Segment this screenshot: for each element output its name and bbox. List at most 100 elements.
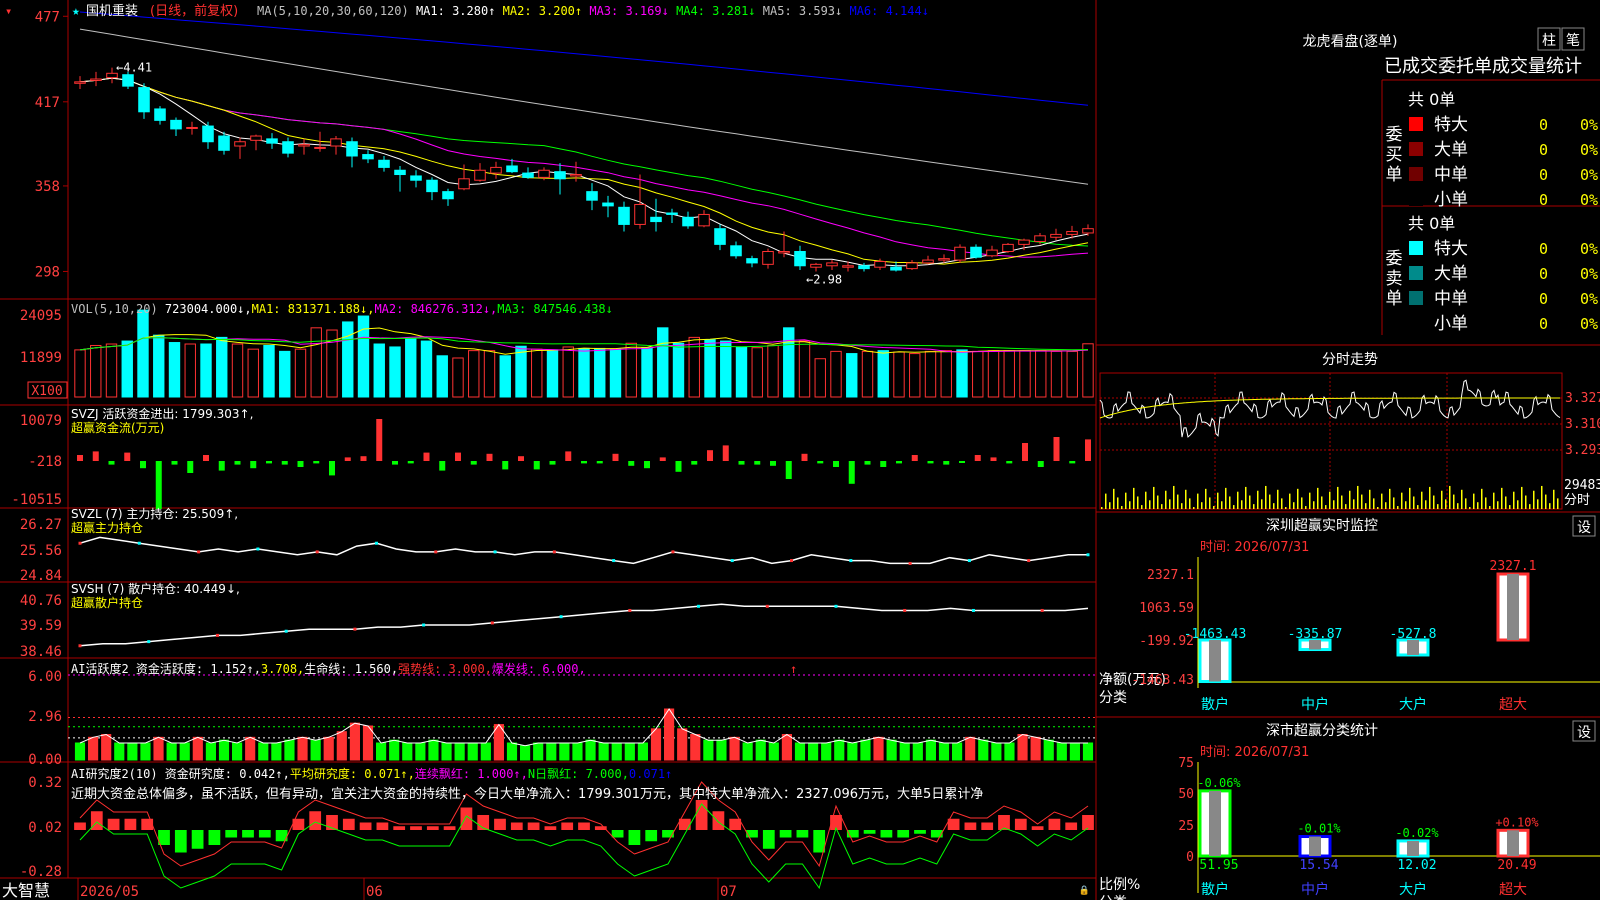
sell-row-pct: 0%	[1580, 240, 1598, 258]
research-bar	[914, 830, 926, 834]
monitor-bar[interactable]	[1496, 572, 1530, 642]
intraday-vol-bar	[1161, 504, 1163, 509]
intraday-vol-bar	[1229, 496, 1231, 509]
research-bar	[342, 818, 355, 830]
intraday-vol-bar	[1105, 493, 1107, 509]
research-bar	[225, 830, 238, 838]
ratio-ylabel: 比例%	[1099, 877, 1140, 893]
ratio-change-label: +0.10%	[1495, 815, 1539, 829]
intraday-vol-bar	[1129, 501, 1131, 509]
volume-bar	[1050, 350, 1063, 398]
intraday-vol-bar	[1469, 507, 1471, 509]
fund-flow-bar	[455, 452, 461, 461]
ratio-tick-label: 50	[1178, 787, 1194, 802]
research-bar	[141, 818, 154, 830]
activity-bar	[808, 742, 819, 761]
g-svzl-marker	[967, 559, 971, 563]
volume-bar	[861, 350, 874, 398]
ratio-bar[interactable]	[1396, 839, 1430, 858]
candle-body	[986, 249, 998, 257]
ai1-up-arrow: ↑	[790, 662, 797, 676]
buy-label-char: 委	[1386, 125, 1403, 145]
candle-body	[474, 169, 486, 181]
intraday-vol-bar	[1417, 505, 1419, 509]
intraday-vol-bar	[1181, 503, 1183, 509]
volume-bar	[74, 349, 86, 398]
activity-bar	[938, 742, 950, 761]
low-price-label: ←2.98	[806, 272, 842, 286]
period-label: (日线，前复权)	[150, 3, 238, 19]
monitor-bar[interactable]	[1198, 638, 1232, 684]
activity-bar	[1017, 734, 1028, 761]
candle-body	[234, 141, 246, 147]
intraday-vol-bar	[1213, 506, 1215, 509]
activity-bar	[585, 739, 596, 761]
g-svzl-marker	[493, 550, 497, 554]
candle-body	[650, 216, 662, 223]
intraday-vol-bar	[1125, 492, 1127, 509]
activity-bar	[323, 736, 334, 761]
volume-header-part-2: MA1: 831371.188↓,	[252, 302, 375, 316]
volume-bar	[956, 349, 968, 398]
volume-bar	[247, 348, 259, 398]
intraday-vol-bar	[1537, 499, 1539, 509]
activity-bar	[258, 742, 269, 761]
fund-flow-bar	[1069, 461, 1076, 464]
monitor-tick-label: 1063.59	[1139, 601, 1194, 616]
activity-bar	[205, 742, 216, 761]
fund-flow-bar	[470, 461, 477, 465]
intraday-vol-bar	[1333, 500, 1335, 509]
g-svzl-marker	[197, 550, 201, 554]
fund-flow-bar	[770, 461, 776, 466]
volume-bar	[216, 336, 228, 398]
intraday-vol-bar	[1349, 490, 1351, 509]
fund-flow-bar	[1022, 443, 1028, 461]
fund-flow-bar	[329, 461, 335, 476]
sell-row-pct: 0%	[1580, 290, 1598, 308]
intraday-vol-bar	[1305, 506, 1307, 509]
ratio-value-label: 20.49	[1497, 858, 1536, 873]
ratio-title: 深市超赢分类统计	[1266, 722, 1378, 739]
ratio-tick-label: 75	[1178, 756, 1194, 771]
ratio-bar[interactable]	[1496, 828, 1530, 858]
fund-flow-bar	[108, 461, 115, 465]
monitor-bar-shade	[1407, 640, 1419, 655]
candle-body	[186, 126, 198, 129]
research-bar	[90, 811, 103, 830]
intraday-vol-bar	[1205, 488, 1207, 509]
research-bar	[863, 830, 876, 834]
buy-row-name: 中单	[1434, 165, 1468, 185]
intraday-vol-bar	[1453, 494, 1455, 509]
research-bar	[443, 826, 456, 830]
svzl-tick-label: 26.27	[20, 517, 62, 533]
fund-flow-bar	[880, 461, 887, 467]
candle[interactable]	[1002, 242, 1014, 253]
ratio-bar[interactable]	[1198, 789, 1232, 858]
ratio-bar-shade	[1507, 830, 1519, 856]
activity-bar	[925, 739, 936, 761]
research-bar	[1014, 818, 1027, 830]
candle-body	[346, 141, 358, 157]
price-ma-header-part-5: MA5: 3.593↓	[763, 4, 850, 18]
intraday-vol-bar	[1289, 493, 1291, 509]
fund-flow-bar	[203, 455, 209, 461]
intraday-vol-bar	[1521, 486, 1523, 509]
candle-body	[442, 191, 454, 200]
volume-bar	[515, 345, 527, 398]
stock-analysis-screen: ▾ ★ 国机重装 (日线，前复权) MA(5,10,20,30,60,120) MA1:…	[0, 0, 1600, 900]
volume-bar	[877, 350, 889, 398]
fund-flow-bar	[959, 461, 965, 463]
volume-bar	[121, 340, 133, 398]
volume-bar	[405, 338, 417, 398]
fund-flow-bar	[848, 461, 855, 484]
intraday-vol-bar	[1345, 504, 1347, 509]
monitor-bar[interactable]	[1396, 638, 1430, 657]
svzj-subtitle: 超赢资金流(万元)	[71, 420, 164, 435]
ratio-bar[interactable]	[1298, 835, 1332, 858]
ai2-tick-label: 0.02	[28, 820, 62, 836]
activity-bar	[860, 739, 871, 761]
ratio-change-label: -0.02%	[1395, 826, 1439, 840]
activity-bar	[794, 742, 806, 761]
candle[interactable]	[954, 244, 966, 263]
g-svzl-marker	[612, 559, 616, 563]
